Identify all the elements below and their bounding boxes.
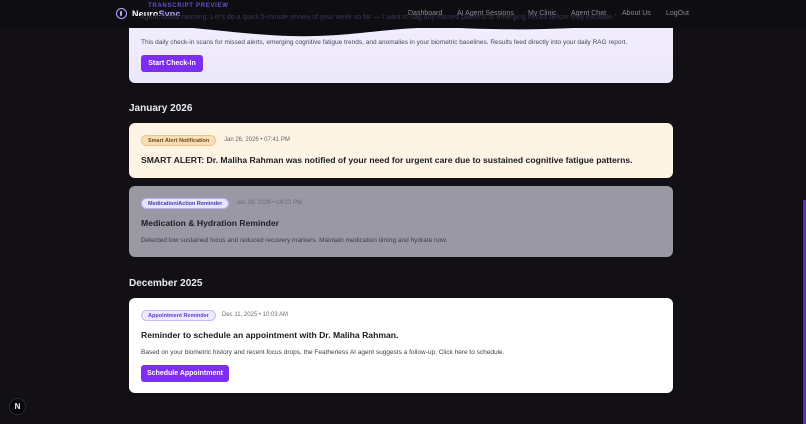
appointment-body: Based on your biometric history and rece… — [141, 349, 505, 356]
month-heading-december: December 2025 — [129, 278, 203, 289]
checkin-description: This daily check-in scans for missed ale… — [141, 39, 628, 46]
appointment-badge: Appointment Reminder — [141, 310, 216, 321]
appointment-reminder-card[interactable]: Appointment Reminder Dec 11, 2025 • 10:0… — [129, 298, 673, 393]
medication-body: Detected low sustained focus and reduced… — [141, 237, 448, 244]
appointment-timestamp: Dec 11, 2025 • 10:03 AM — [222, 312, 289, 318]
start-checkin-button[interactable]: Start Check-In — [141, 55, 203, 72]
smart-alert-card[interactable]: Smart Alert Notification Jan 26, 2026 • … — [129, 123, 673, 178]
alert-timestamp: Jan 26, 2026 • 07:41 PM — [224, 137, 290, 143]
appointment-title: Reminder to schedule an appointment with… — [141, 330, 399, 340]
transcript-text: Agent: Good morning. Let's do a quick 5-… — [140, 14, 617, 21]
month-heading-january: January 2026 — [129, 103, 193, 114]
alert-title: SMART ALERT: Dr. Maliha Rahman was notif… — [141, 155, 633, 165]
medication-title: Medication & Hydration Reminder — [141, 218, 279, 228]
smart-alert-badge: Smart Alert Notification — [141, 135, 217, 146]
medication-badge: Medication/Action Reminder — [141, 198, 230, 209]
medication-reminder-card[interactable]: Medication/Action Reminder Jan 16, 2026 … — [129, 186, 673, 257]
schedule-appointment-button[interactable]: Schedule Appointment — [141, 365, 229, 382]
medication-timestamp: Jan 16, 2026 • 04:23 PM — [236, 200, 302, 206]
dev-tools-badge[interactable]: N — [9, 398, 26, 415]
transcript-preview-label: TRANSCRIPT PREVIEW — [148, 3, 229, 9]
